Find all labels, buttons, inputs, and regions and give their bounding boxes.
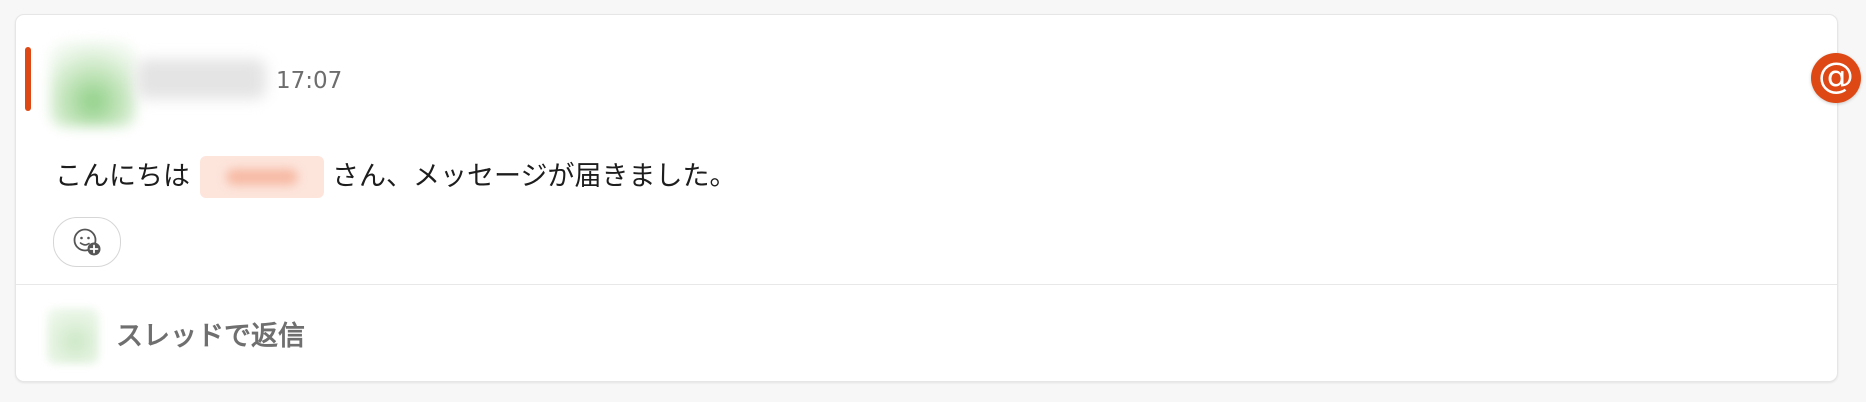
- message-body: こんにちは さん、メッセージが届きました。: [55, 156, 736, 198]
- user-mention[interactable]: [200, 156, 324, 198]
- emoji-add-icon: [73, 228, 101, 256]
- sender-name[interactable]: [136, 59, 266, 99]
- reply-avatar: [47, 308, 99, 364]
- message-timestamp[interactable]: 17:07: [276, 66, 342, 96]
- message-text-before: こんにちは: [55, 161, 190, 192]
- unread-indicator: [25, 47, 31, 111]
- add-reaction-button[interactable]: [53, 217, 121, 267]
- card-divider: [16, 284, 1837, 285]
- sender-avatar[interactable]: [50, 41, 136, 127]
- reply-in-thread-button[interactable]: スレッドで返信: [116, 320, 305, 354]
- message-text-after: さん、メッセージが届きました。: [332, 161, 737, 192]
- mention-at-badge: @: [1811, 53, 1861, 103]
- message-card: 17:07 こんにちは さん、メッセージが届きました。 スレッドで返信: [15, 14, 1838, 382]
